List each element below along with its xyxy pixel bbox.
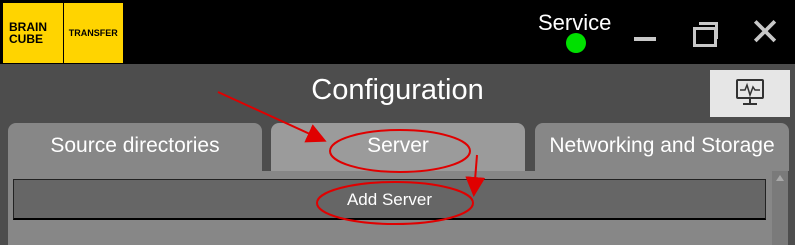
annotation-arrow-to-server-tab <box>217 91 327 143</box>
annotation-overlay <box>217 91 486 225</box>
annotation-ellipse-server-tab <box>329 129 471 173</box>
annotation-arrow-to-add-server <box>465 154 486 197</box>
annotation-ellipse-add-server <box>316 181 474 225</box>
